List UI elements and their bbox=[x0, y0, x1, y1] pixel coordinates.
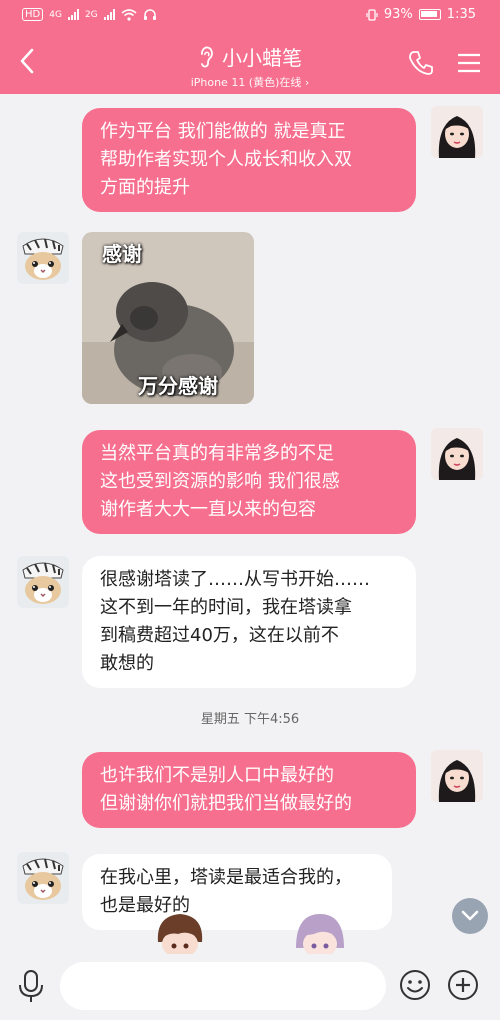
sticker-caption-top: 感谢 bbox=[102, 242, 142, 266]
peeking-girl-decoration bbox=[296, 914, 344, 960]
battery-icon bbox=[418, 9, 441, 20]
vibrate-icon bbox=[366, 8, 378, 21]
message-bubble-them[interactable]: 很感谢塔读了……从写书开始…… 这不到一年的时间，我在塔读拿 到稿费超过40万，… bbox=[82, 556, 416, 688]
menu-icon bbox=[458, 53, 480, 73]
contact-status[interactable]: iPhone 11 (黄色)在线 › bbox=[100, 74, 400, 90]
ear-icon bbox=[201, 46, 213, 67]
battery-percent: 93% bbox=[383, 7, 413, 22]
contact-avatar[interactable] bbox=[17, 556, 69, 608]
sim1-label: 4G bbox=[49, 9, 62, 20]
emoji-button[interactable] bbox=[398, 968, 432, 1002]
status-bar: HD 4G 2G 93% 1:35 bbox=[0, 0, 500, 30]
back-arrow-icon bbox=[20, 48, 34, 74]
signal-icon bbox=[67, 9, 79, 20]
message-bubble-me[interactable]: 作为平台 我们能做的 就是真正 帮助作者实现个人成长和收入双 方面的提升 bbox=[82, 108, 416, 212]
sim2-label: 2G bbox=[84, 9, 98, 20]
voice-button[interactable] bbox=[14, 968, 48, 1004]
peeking-boy-decoration bbox=[157, 914, 203, 960]
clock: 1:35 bbox=[446, 7, 476, 22]
call-button[interactable] bbox=[406, 48, 436, 78]
microphone-icon bbox=[19, 970, 43, 1002]
hd-badge: HD bbox=[22, 8, 44, 21]
message-list[interactable]: 作为平台 我们能做的 就是真正 帮助作者实现个人成长和收入双 方面的提升 感谢 … bbox=[0, 94, 500, 954]
input-bar bbox=[0, 954, 500, 1020]
sticker-caption-bottom: 万分感谢 bbox=[138, 374, 218, 398]
more-actions-button[interactable] bbox=[446, 968, 480, 1002]
my-avatar[interactable] bbox=[431, 750, 483, 802]
back-button[interactable] bbox=[14, 44, 42, 78]
phone-icon bbox=[409, 51, 433, 75]
sticker-image[interactable]: 感谢 万分感谢 bbox=[82, 232, 254, 404]
scroll-to-bottom-button[interactable] bbox=[452, 898, 488, 934]
plus-icon bbox=[448, 970, 478, 1000]
signal-icon-2 bbox=[103, 9, 115, 20]
contact-avatar[interactable] bbox=[17, 852, 69, 904]
message-bubble-me[interactable]: 也许我们不是别人口中最好的 但谢谢你们就把我们当做最好的 bbox=[82, 752, 416, 828]
headset-icon bbox=[143, 8, 156, 20]
emoji-icon bbox=[400, 970, 430, 1000]
chat-title-block[interactable]: 小小蜡笔 iPhone 11 (黄色)在线 › bbox=[100, 42, 400, 90]
contact-avatar[interactable] bbox=[17, 232, 69, 284]
chevron-down-icon bbox=[461, 910, 479, 921]
app-header: HD 4G 2G 93% 1:35 小小蜡笔 iPhone 11 (黄色)在线 … bbox=[0, 0, 500, 94]
message-bubble-me[interactable]: 当然平台真的有非常多的不足 这也受到资源的影响 我们很感 谢作者大大一直以来的包… bbox=[82, 430, 416, 534]
contact-name: 小小蜡笔 bbox=[222, 46, 302, 70]
my-avatar[interactable] bbox=[431, 106, 483, 158]
wifi-icon bbox=[121, 8, 137, 21]
my-avatar[interactable] bbox=[431, 428, 483, 480]
timestamp: 星期五 下午4:56 bbox=[200, 712, 300, 727]
menu-button[interactable] bbox=[454, 48, 484, 78]
message-input[interactable] bbox=[60, 962, 386, 1010]
